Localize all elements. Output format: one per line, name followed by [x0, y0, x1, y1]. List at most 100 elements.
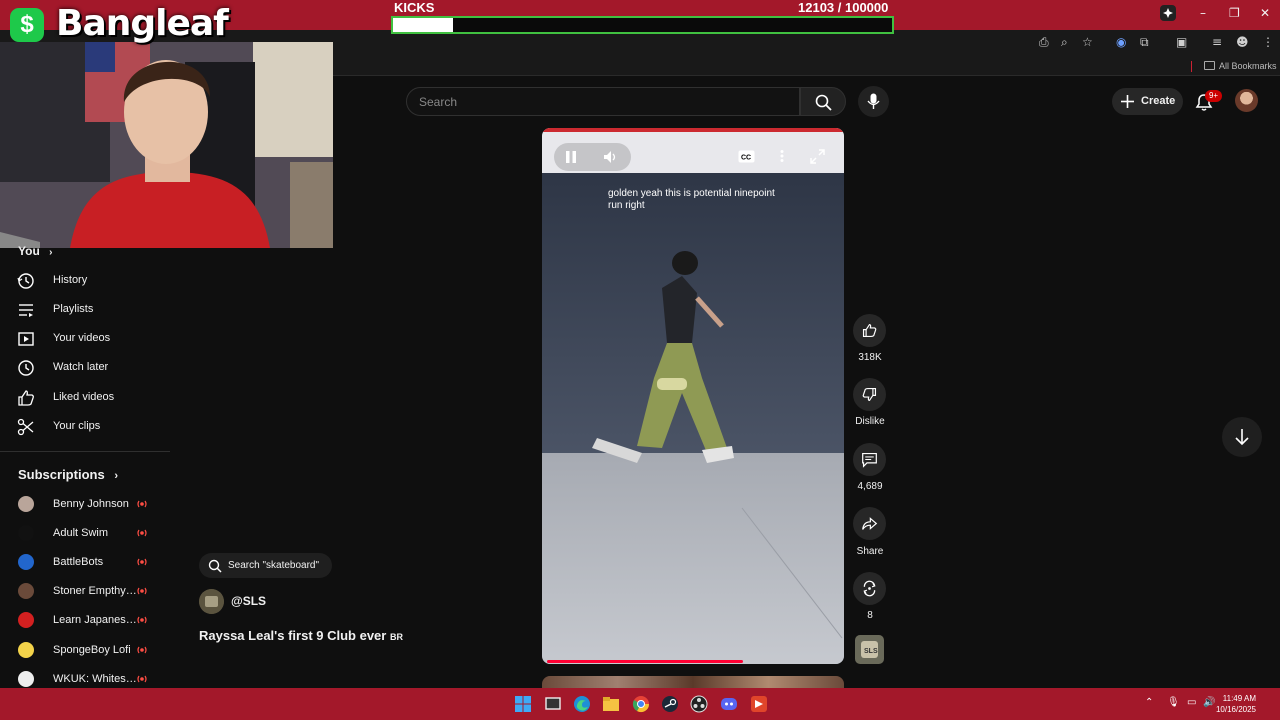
remix-icon: [863, 580, 876, 597]
task-view-icon[interactable]: [544, 695, 562, 713]
volume-icon[interactable]: [603, 150, 619, 164]
scissors-icon: [17, 418, 34, 436]
sidebar-item-watch-later[interactable]: Watch later: [0, 353, 170, 382]
subscription-label: Benny Johnson: [53, 498, 129, 510]
extension-audio-icon[interactable]: ◉: [1116, 35, 1126, 49]
subscription-item[interactable]: Adult Swim: [0, 519, 170, 548]
sound-thumbnail[interactable]: SLS: [855, 635, 884, 664]
close-icon[interactable]: ✕: [1260, 6, 1270, 20]
steam-icon[interactable]: [661, 695, 679, 713]
subscription-item[interactable]: Benny Johnson: [0, 490, 170, 519]
thumbs-down-icon: [862, 387, 877, 402]
video-caption: golden yeah this is potential ninepoint …: [608, 188, 775, 211]
playlists-icon: [19, 304, 33, 317]
share-icon: [862, 517, 878, 530]
create-button[interactable]: Create: [1112, 88, 1183, 115]
channel-avatar: [18, 671, 34, 687]
channel-avatar: [18, 583, 34, 599]
account-avatar[interactable]: [1235, 89, 1258, 112]
file-explorer-icon[interactable]: [602, 695, 620, 713]
live-indicator-icon: [137, 500, 147, 508]
share-button[interactable]: [853, 507, 886, 540]
video-progress-bar[interactable]: [547, 660, 744, 663]
all-bookmarks-link[interactable]: All Bookmarks: [1219, 61, 1277, 71]
obs-icon[interactable]: [690, 695, 708, 713]
comment-count: 4,689: [857, 481, 883, 492]
bookmark-star-icon[interactable]: ☆: [1082, 35, 1093, 49]
you-section-header[interactable]: You ›: [18, 244, 52, 258]
channel-avatar: [18, 525, 34, 541]
start-menu-icon[interactable]: [514, 695, 532, 713]
sidebar-item-playlists[interactable]: Playlists: [0, 295, 170, 324]
history-icon: [17, 273, 34, 289]
like-count: 318K: [858, 352, 882, 363]
sidebar-item-label: History: [53, 274, 88, 286]
sidebar-item-your-videos[interactable]: Your videos: [0, 324, 170, 353]
your-videos-icon: [18, 332, 34, 346]
remix-count: 8: [867, 610, 873, 621]
brand-name: Bangleaf: [56, 3, 229, 44]
next-short-preview[interactable]: [542, 676, 844, 688]
discord-icon[interactable]: [720, 695, 738, 713]
install-app-icon[interactable]: ⎙: [1039, 35, 1049, 50]
chrome-icon[interactable]: [632, 695, 650, 713]
channel-avatar[interactable]: [199, 589, 224, 614]
subscriptions-header[interactable]: Subscriptions ›: [18, 467, 118, 482]
system-clock[interactable]: 11:49 AM 10/16/2025: [1216, 693, 1256, 715]
subscription-item[interactable]: SpongeBoy Lofi: [0, 636, 170, 665]
clock-time: 11:49 AM: [1222, 694, 1256, 703]
related-search-chip[interactable]: Search "skateboard": [199, 553, 332, 578]
sidebar-item-label: Liked videos: [53, 391, 115, 403]
extensions-icon[interactable]: ⧉: [1140, 35, 1149, 50]
captions-icon[interactable]: CC: [738, 150, 755, 163]
sidebar-item-label: Playlists: [53, 303, 94, 315]
comments-button[interactable]: [853, 443, 886, 476]
subscription-item[interactable]: Learn Japanese with JapanesePod101: [0, 606, 170, 635]
search-button[interactable]: [800, 87, 846, 116]
search-input[interactable]: Search: [406, 87, 800, 116]
minimize-icon[interactable]: –: [1200, 6, 1206, 20]
chevron-right-icon: ›: [114, 470, 118, 482]
more-options-icon[interactable]: [779, 149, 785, 163]
reading-list-icon[interactable]: ≡: [1212, 35, 1222, 49]
subscription-item[interactable]: BattleBots: [0, 548, 170, 577]
live-indicator-icon: [137, 558, 147, 566]
browser-menu-icon[interactable]: ⋮: [1262, 35, 1274, 49]
brand-logo-icon: $: [10, 8, 44, 42]
fullscreen-icon[interactable]: [810, 149, 825, 164]
profile-icon[interactable]: ☻: [1236, 35, 1249, 49]
tab-search-icon[interactable]: ▣: [1176, 35, 1187, 49]
channel-avatar: [18, 554, 34, 570]
subscription-item[interactable]: Stoner Empthy Sports: [0, 577, 170, 606]
channel-handle[interactable]: @SLS: [231, 594, 266, 608]
tray-overflow-icon[interactable]: ⌃: [1145, 697, 1153, 708]
watch-later-icon: [18, 360, 34, 376]
pause-icon[interactable]: [565, 150, 577, 164]
next-video-button[interactable]: [1222, 417, 1262, 457]
plus-icon: [1121, 95, 1134, 108]
dislike-button[interactable]: [853, 378, 886, 411]
like-button[interactable]: [853, 314, 886, 347]
video-title-text: Rayssa Leal's first 9 Club ever: [199, 628, 387, 643]
volume-tray-icon[interactable]: 🔊: [1203, 697, 1215, 708]
streaming-app-icon[interactable]: [750, 695, 768, 713]
restore-icon[interactable]: ❐: [1229, 6, 1240, 20]
sidebar-item-your-clips[interactable]: Your clips: [0, 412, 170, 441]
microphone-tray-icon[interactable]: 🎙: [1167, 697, 1180, 708]
goal-count: 12103 / 100000: [798, 0, 889, 15]
subscription-label: Stoner Empthy Sports: [53, 585, 138, 597]
notifications-badge: 9+: [1205, 90, 1222, 102]
voice-search-button[interactable]: [858, 86, 889, 117]
zoom-icon[interactable]: ⌕: [1061, 35, 1068, 50]
extension-icon[interactable]: [1160, 5, 1176, 24]
edge-browser-icon[interactable]: [573, 695, 591, 713]
subscription-label: WKUK: Whitest Kids U Know: [53, 673, 138, 685]
comment-icon: [862, 452, 877, 468]
remix-button[interactable]: [853, 572, 886, 605]
search-placeholder: Search: [419, 95, 458, 109]
network-icon[interactable]: ▭: [1187, 697, 1196, 708]
sidebar-item-label: Your videos: [53, 332, 111, 344]
sls-logo-icon: [199, 589, 224, 614]
sidebar-item-liked-videos[interactable]: Liked videos: [0, 383, 170, 412]
sidebar-item-history[interactable]: History: [0, 266, 170, 295]
